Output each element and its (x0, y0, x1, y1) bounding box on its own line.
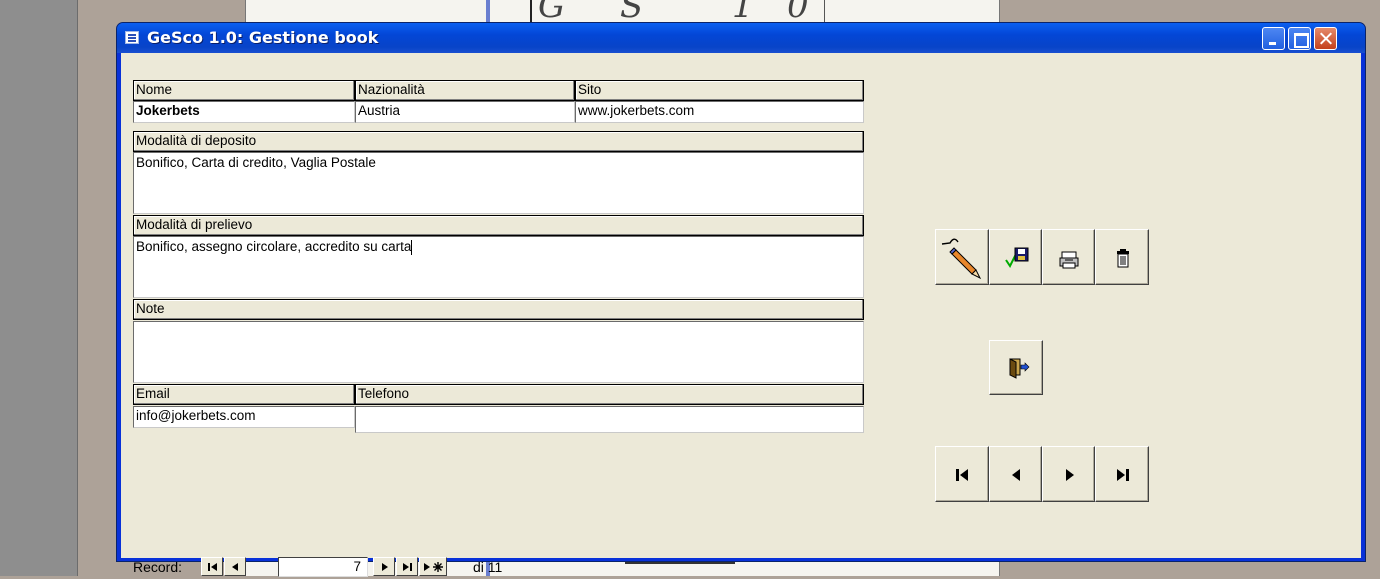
email-field[interactable]: info@jokerbets.com (133, 406, 355, 428)
minimize-button[interactable] (1262, 27, 1285, 50)
first-record-button[interactable] (935, 446, 989, 502)
form-body: Nome Nazionalità Sito Jokerbets Austria … (121, 53, 1361, 577)
sito-label: Sito (575, 80, 864, 101)
delete-button[interactable] (1095, 229, 1149, 285)
nazionalita-field[interactable]: Austria (355, 101, 575, 123)
nav-next-button[interactable] (373, 557, 395, 576)
first-record-icon (956, 469, 968, 481)
nav-first-button[interactable] (201, 557, 223, 576)
last-record-button[interactable] (1095, 446, 1149, 502)
record-number-input[interactable]: 7 (278, 557, 368, 577)
app-window: GeSco 1.0: Gestione book Nome Nazionalit… (116, 22, 1366, 577)
prelievo-label: Modalità di prelievo (133, 215, 864, 236)
record-label: Record: (133, 559, 183, 575)
record-total: di 11 (473, 559, 503, 575)
nav-previous-icon (232, 563, 238, 571)
deposito-field[interactable]: Bonifico, Carta di credito, Vaglia Posta… (133, 152, 864, 214)
nav-new-record-button[interactable] (419, 557, 447, 576)
window-title: GeSco 1.0: Gestione book (147, 28, 379, 47)
print-icon (1059, 251, 1079, 269)
title-bar[interactable]: GeSco 1.0: Gestione book (117, 23, 1365, 53)
text-cursor (411, 239, 413, 255)
exit-button[interactable] (989, 340, 1043, 395)
background-tab (625, 562, 735, 576)
nav-first-icon (208, 563, 217, 571)
background-logo-fragment: GS10 (530, 0, 825, 22)
edit-button[interactable] (935, 229, 989, 285)
note-label: Note (133, 299, 864, 320)
maximize-button[interactable] (1288, 27, 1311, 50)
nav-next-icon (382, 563, 388, 571)
next-record-icon (1066, 469, 1074, 481)
telefono-field[interactable] (355, 406, 864, 433)
prelievo-field[interactable]: Bonifico, assegno circolare, accredito s… (133, 236, 864, 298)
edit-pencil-icon (941, 238, 982, 280)
nav-previous-button[interactable] (224, 557, 246, 576)
new-record-icon (424, 562, 443, 572)
save-button[interactable] (989, 229, 1042, 285)
telefono-label: Telefono (355, 384, 864, 405)
background-side-strip (0, 0, 78, 576)
nav-last-icon (403, 563, 412, 571)
note-field[interactable] (133, 321, 864, 383)
form-icon[interactable] (125, 31, 139, 44)
sito-field[interactable]: www.jokerbets.com (575, 101, 864, 123)
prelievo-text: Bonifico, assegno circolare, accredito s… (136, 239, 412, 254)
nome-label: Nome (133, 80, 355, 101)
save-record-icon (1005, 247, 1029, 268)
delete-trash-icon (1117, 249, 1129, 268)
deposito-label: Modalità di deposito (133, 131, 864, 152)
exit-door-icon (1009, 358, 1030, 379)
print-button[interactable] (1042, 229, 1095, 285)
nazionalita-label: Nazionalità (355, 80, 575, 101)
email-label: Email (133, 384, 355, 405)
previous-record-icon (1012, 469, 1020, 481)
previous-record-button[interactable] (989, 446, 1042, 502)
nome-field[interactable]: Jokerbets (133, 101, 355, 123)
nav-last-button[interactable] (396, 557, 418, 576)
close-button[interactable] (1314, 27, 1337, 50)
last-record-icon (1117, 469, 1129, 481)
next-record-button[interactable] (1042, 446, 1095, 502)
